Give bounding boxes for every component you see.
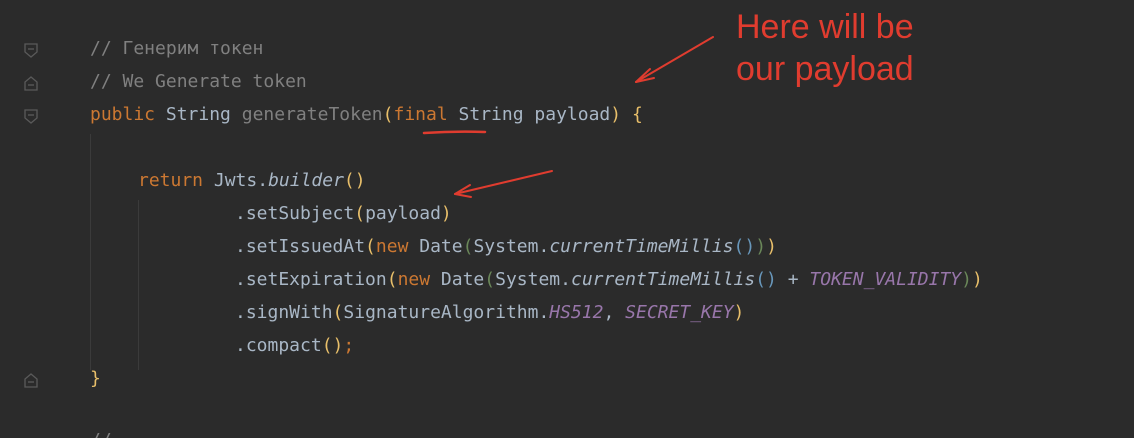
code-line-return: return Jwts.builder() — [138, 170, 366, 191]
method-name: generateToken — [241, 104, 383, 125]
param-payload: payload — [534, 104, 611, 125]
annotation-line-2: our payload — [736, 50, 914, 88]
arrow-to-builder — [454, 170, 553, 198]
code-line-close-brace: } — [90, 368, 101, 389]
fold-end-icon[interactable] — [24, 76, 38, 91]
code-line-set-expiration: .setExpiration(new Date(System.currentTi… — [235, 269, 983, 290]
code-line-method-signature: public String generateToken(final String… — [90, 104, 643, 125]
underline-final — [422, 130, 487, 135]
code-line-comment-en: // We Generate token — [90, 71, 307, 92]
keyword-public: public — [90, 104, 156, 125]
code-editor[interactable]: // Генерим токен // We Generate token pu… — [0, 0, 1134, 438]
annotation-overlay — [422, 36, 714, 198]
editor-gutter — [0, 0, 62, 438]
code-line-set-issued-at: .setIssuedAt(new Date(System.currentTime… — [235, 236, 777, 257]
keyword-return: return — [138, 170, 204, 191]
code-line-comment-ru: // Генерим токен — [90, 38, 264, 59]
code-line-set-subject: .setSubject(payload) — [235, 203, 452, 224]
fold-start-icon[interactable] — [24, 109, 38, 124]
arrow-to-final — [635, 36, 714, 83]
code-line-next-partial: // — [90, 428, 112, 438]
fold-start-icon[interactable] — [24, 43, 38, 58]
indent-guide — [90, 134, 91, 370]
indent-guide — [138, 200, 139, 370]
annotation-line-1: Here will be — [736, 8, 914, 46]
code-line-sign-with: .signWith(SignatureAlgorithm.HS512, SECR… — [235, 302, 745, 323]
code-line-compact: .compact(); — [235, 335, 355, 356]
fold-end-icon[interactable] — [24, 373, 38, 388]
annotation-text: Here will be our payload — [736, 6, 914, 90]
keyword-final: final — [393, 104, 448, 125]
